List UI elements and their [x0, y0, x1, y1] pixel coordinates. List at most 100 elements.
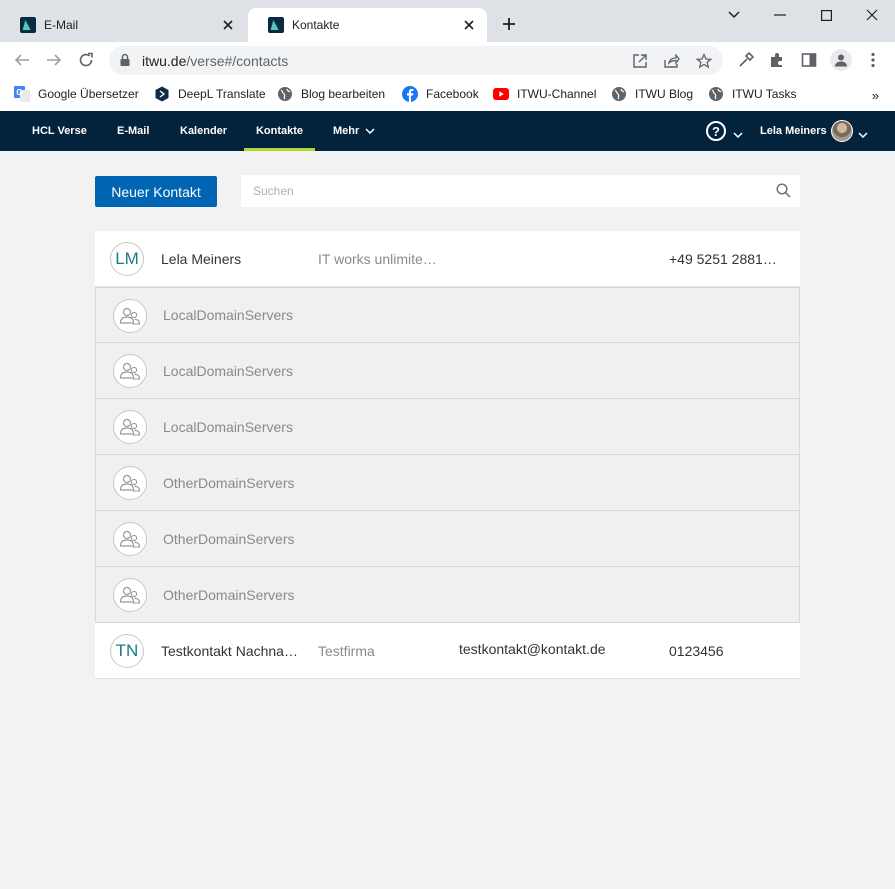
group-icon [113, 578, 147, 612]
window-close-icon[interactable] [859, 5, 885, 25]
bookmark-label: Google Übersetzer [38, 87, 139, 101]
nav-mehr-label: Mehr [333, 125, 360, 137]
maximize-icon[interactable] [813, 5, 839, 25]
group-row[interactable]: LocalDomainServers [95, 343, 800, 399]
contact-list: LM Lela Meiners IT works unlimite… +49 5… [95, 231, 800, 679]
contact-company: IT works unlimite… [318, 250, 437, 267]
browser-tab-strip: E-Mail Kontakte [0, 0, 895, 42]
contact-row[interactable]: TN Testkontakt Nachna… Testfirma testkon… [95, 623, 800, 679]
contact-name: Testkontakt Nachna… [161, 642, 298, 659]
group-name: OtherDomainServers [163, 474, 295, 491]
browser-toolbar: itwu.de/verse#/contacts [0, 42, 895, 78]
back-icon[interactable] [10, 48, 34, 72]
new-contact-button[interactable]: Neuer Kontakt [95, 176, 217, 207]
help-icon[interactable]: ? [706, 121, 726, 141]
search-box [241, 175, 800, 207]
group-icon [113, 299, 147, 333]
user-avatar[interactable] [831, 120, 853, 142]
bookmark-deepl[interactable]: DeepL Translate [154, 84, 266, 104]
forward-icon[interactable] [42, 48, 66, 72]
app-header: HCL Verse E-Mail Kalender Kontakte Mehr … [0, 111, 895, 151]
group-icon [113, 466, 147, 500]
bookmark-star-icon[interactable] [695, 52, 713, 70]
group-name: LocalDomainServers [163, 362, 293, 379]
bookmark-blog-bearbeiten[interactable]: Blog bearbeiten [277, 84, 385, 104]
verse-favicon-icon [268, 17, 284, 33]
group-icon [113, 522, 147, 556]
tab-close-icon[interactable] [461, 17, 477, 33]
chevron-down-icon [365, 125, 375, 137]
bookmark-label: Facebook [426, 87, 479, 101]
bookmark-label: ITWU Tasks [732, 87, 797, 101]
search-icon[interactable] [776, 183, 791, 203]
group-row[interactable]: LocalDomainServers [95, 287, 800, 343]
bookmark-label: DeepL Translate [178, 87, 266, 101]
contact-company: Testfirma [318, 642, 375, 659]
minimize-icon[interactable] [767, 5, 793, 25]
browser-menu-icon[interactable] [863, 50, 883, 70]
browser-tab-kontakte[interactable]: Kontakte [248, 8, 487, 42]
reload-icon[interactable] [74, 48, 98, 72]
share-icon[interactable] [663, 52, 681, 70]
group-name: LocalDomainServers [163, 418, 293, 435]
user-chevron-down-icon[interactable] [858, 125, 868, 143]
contact-email[interactable]: testkontakt@kontakt.de [459, 641, 606, 657]
nav-kontakte[interactable]: Kontakte [244, 111, 315, 151]
contact-initials-avatar: TN [110, 634, 144, 668]
verse-favicon-icon [20, 17, 36, 33]
profile-icon[interactable] [830, 49, 852, 71]
browser-tab-email[interactable]: E-Mail [0, 8, 246, 42]
contact-phone: +49 5251 2881… [669, 250, 777, 267]
globe-icon [611, 86, 627, 102]
address-bar[interactable]: itwu.de/verse#/contacts [109, 46, 723, 75]
user-name[interactable]: Lela Meiners [760, 111, 827, 151]
group-icon [113, 354, 147, 388]
group-row[interactable]: OtherDomainServers [95, 455, 800, 511]
new-tab-icon[interactable] [498, 13, 520, 35]
group-name: OtherDomainServers [163, 586, 295, 603]
url-host: itwu.de [142, 53, 187, 69]
group-row[interactable]: LocalDomainServers [95, 399, 800, 455]
svg-text:G: G [16, 88, 22, 97]
side-panel-icon[interactable] [799, 50, 819, 70]
bookmark-label: Blog bearbeiten [301, 87, 386, 101]
bookmark-label: ITWU-Channel [517, 87, 597, 101]
help-chevron-down-icon[interactable] [733, 125, 743, 143]
youtube-icon [493, 86, 509, 102]
tab-search-chevron-icon[interactable] [721, 5, 747, 25]
bookmark-facebook[interactable]: Facebook [402, 84, 479, 104]
deepl-icon [154, 86, 170, 102]
bookmark-label: ITWU Blog [635, 87, 694, 101]
tab-title: Kontakte [292, 18, 340, 32]
bookmark-itwu-blog[interactable]: ITWU Blog [611, 84, 693, 104]
google-translate-icon: G [14, 86, 30, 102]
nav-mehr[interactable]: Mehr [321, 111, 387, 151]
extensions-puzzle-icon[interactable] [767, 50, 787, 70]
tab-title: E-Mail [44, 18, 79, 32]
group-row[interactable]: OtherDomainServers [95, 511, 800, 567]
group-name: LocalDomainServers [163, 307, 293, 323]
url-path: /verse#/contacts [186, 53, 289, 69]
open-in-app-icon[interactable] [631, 52, 649, 70]
nav-kalender[interactable]: Kalender [168, 111, 239, 151]
contact-initials-avatar: LM [110, 242, 144, 276]
globe-icon [708, 86, 724, 102]
group-row[interactable]: OtherDomainServers [95, 567, 800, 623]
contact-phone: 0123456 [669, 642, 724, 659]
contact-row[interactable]: LM Lela Meiners IT works unlimite… +49 5… [95, 231, 800, 287]
group-icon [113, 410, 147, 444]
bookmark-itwu-tasks[interactable]: ITWU Tasks [708, 84, 796, 104]
search-input[interactable] [241, 175, 800, 207]
tab-close-icon[interactable] [220, 17, 236, 33]
bookmark-google-translate[interactable]: G Google Übersetzer [14, 84, 139, 104]
lock-icon[interactable] [119, 53, 131, 72]
nav-email[interactable]: E-Mail [105, 111, 161, 151]
globe-icon [277, 86, 293, 102]
bookmark-itwu-channel[interactable]: ITWU-Channel [493, 84, 596, 104]
facebook-icon [402, 86, 418, 102]
eyedropper-extension-icon[interactable] [736, 50, 756, 70]
nav-hcl-verse[interactable]: HCL Verse [20, 111, 99, 151]
bookmarks-overflow-icon[interactable]: » [872, 88, 879, 103]
contact-name: Lela Meiners [161, 250, 242, 267]
bookmarks-bar: G Google Übersetzer DeepL Translate Blog… [0, 78, 895, 111]
